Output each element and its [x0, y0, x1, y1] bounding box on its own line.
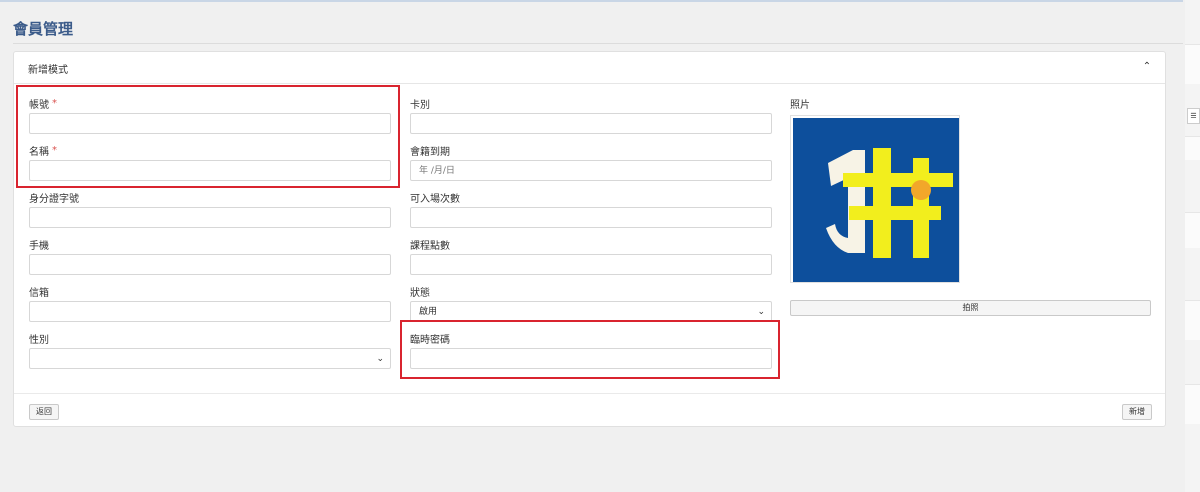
required-mark: *	[52, 145, 57, 156]
photo-preview	[790, 115, 960, 283]
photo-label: 照片	[790, 100, 810, 111]
adjacent-panel-strip: ☰	[1185, 0, 1200, 492]
required-mark: *	[52, 98, 57, 109]
membership-expiry-date-input[interactable]: 年 /月/日	[410, 160, 772, 181]
temp-password-label: 臨時密碼	[410, 335, 450, 346]
strip-cell	[1185, 212, 1200, 248]
top-divider	[0, 0, 1183, 2]
card-type-input[interactable]	[410, 113, 772, 134]
account-label: 帳號 *	[29, 98, 57, 111]
name-label: 名稱 *	[29, 145, 57, 158]
email-label: 信箱	[29, 288, 49, 299]
footer-divider	[14, 393, 1165, 394]
title-divider	[13, 43, 1183, 44]
chevron-down-icon: ⌄	[757, 307, 765, 317]
page-title: 會員管理	[13, 20, 74, 38]
status-selected-value: 啟用	[419, 307, 438, 317]
strip-cell	[1185, 384, 1200, 424]
name-input[interactable]	[29, 160, 391, 181]
course-points-input[interactable]	[410, 254, 772, 275]
member-form-card: 新增模式 ⌃ 帳號 * 名稱 * 身分證字號 手機 信箱 性別 ⌄ 卡別 會籍到期 …	[13, 51, 1166, 427]
id-number-input[interactable]	[29, 207, 391, 228]
card-header: 新增模式 ⌃	[14, 52, 1165, 84]
chevron-down-icon: ⌄	[376, 354, 384, 364]
strip-cell	[1185, 300, 1200, 340]
id-number-label: 身分證字號	[29, 194, 79, 205]
course-points-label: 課程點數	[410, 241, 450, 252]
capture-photo-button[interactable]: 拍照	[790, 300, 1151, 316]
email-input[interactable]	[29, 301, 391, 322]
gender-select[interactable]: ⌄	[29, 348, 391, 369]
card-type-label: 卡別	[410, 100, 430, 111]
strip-cell	[1185, 136, 1200, 160]
phone-input[interactable]	[29, 254, 391, 275]
chevrons-up-icon[interactable]: ⌃	[1141, 60, 1153, 74]
card-title: 新增模式	[28, 65, 68, 76]
temp-password-input[interactable]	[410, 348, 772, 369]
entry-count-input[interactable]	[410, 207, 772, 228]
phone-label: 手機	[29, 241, 49, 252]
status-select[interactable]: 啟用 ⌄	[410, 301, 772, 322]
account-input[interactable]	[29, 113, 391, 134]
membership-expiry-label: 會籍到期	[410, 147, 450, 158]
add-button[interactable]: 新增	[1122, 404, 1152, 420]
entry-count-label: 可入場次數	[410, 194, 460, 205]
member-photo-logo	[793, 118, 959, 282]
back-button[interactable]: 返回	[29, 404, 59, 420]
strip-icon[interactable]: ☰	[1187, 108, 1200, 124]
gender-label: 性別	[29, 335, 49, 346]
status-label: 狀態	[410, 288, 430, 299]
strip-cell	[1185, 44, 1200, 84]
